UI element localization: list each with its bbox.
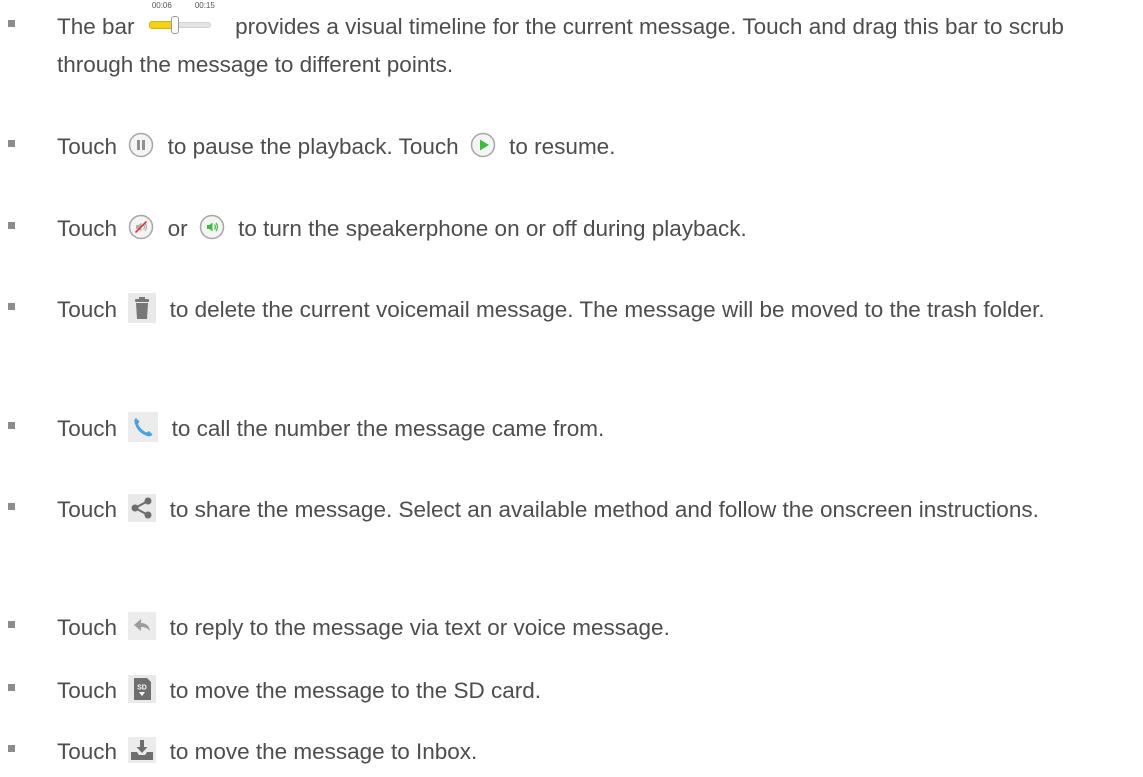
item-text-before: Touch	[57, 297, 118, 322]
speaker-off-icon	[128, 214, 154, 240]
item-text-before: The bar	[57, 14, 135, 39]
item-text: Touch to move the message to Inbox.	[57, 733, 1117, 770]
item-text-after: to resume.	[509, 134, 616, 159]
scrub-thumb	[170, 16, 179, 35]
bullet	[8, 303, 15, 310]
pause-icon	[128, 132, 154, 158]
scrub-end-time: 00:15	[194, 1, 215, 11]
item-text-after: to reply to the message via text or voic…	[169, 615, 670, 640]
item-text-after: to turn the speakerphone on or off durin…	[238, 216, 747, 241]
item-text-after: to move the message to the SD card.	[169, 678, 542, 703]
speaker-on-icon	[199, 214, 225, 240]
item-text: Touch to delete the current voicemail me…	[57, 291, 1117, 328]
item-text-middle: to pause the playback. Touch	[167, 134, 459, 159]
item-text-before: Touch	[57, 739, 118, 764]
bullet	[8, 684, 15, 691]
item-text-after: to share the message. Select an availabl…	[169, 497, 1039, 522]
item-text-after: to call the number the message came from…	[171, 416, 605, 441]
scrub-bar-icon: 00:06 00:15	[148, 1, 215, 37]
bullet	[8, 422, 15, 429]
bullet	[8, 621, 15, 628]
item-text: Touch to call the number the message cam…	[57, 410, 1117, 447]
bullet	[8, 222, 15, 229]
item-text: Touch to reply to the message via text o…	[57, 609, 1117, 646]
sd-card-label: SD	[137, 685, 147, 692]
item-text-before: Touch	[57, 497, 118, 522]
item-text-before: Touch	[57, 216, 118, 241]
bullet	[8, 745, 15, 752]
item-text: Touch to share the message. Select an av…	[57, 491, 1117, 528]
bullet	[8, 140, 15, 147]
inbox-icon	[128, 737, 157, 764]
trash-icon	[128, 293, 157, 324]
sd-card-icon: SD	[128, 675, 157, 704]
item-text-middle: or	[167, 216, 188, 241]
reply-icon	[128, 612, 157, 641]
item-text-before: Touch	[57, 615, 118, 640]
bullet	[8, 20, 15, 27]
phone-icon	[128, 412, 159, 443]
item-text: Touch SD to move the message to the SD c…	[57, 672, 1117, 709]
share-icon	[128, 494, 157, 523]
item-text-before: Touch	[57, 416, 118, 441]
item-text-before: Touch	[57, 678, 118, 703]
play-icon	[470, 132, 496, 158]
item-text-after: to delete the current voicemail message.…	[169, 297, 1045, 322]
item-text-before: Touch	[57, 134, 118, 159]
item-text-after: to move the message to Inbox.	[169, 739, 478, 764]
item-text: Touch to pause the playback. Touch to re…	[57, 128, 1117, 165]
scrub-start-time: 00:06	[151, 1, 172, 11]
item-text: Touch or to turn the speakerphone on or …	[57, 210, 1117, 247]
bullet	[8, 503, 15, 510]
item-text: The bar 00:06 00:15 provides a visual ti…	[57, 1, 1117, 83]
